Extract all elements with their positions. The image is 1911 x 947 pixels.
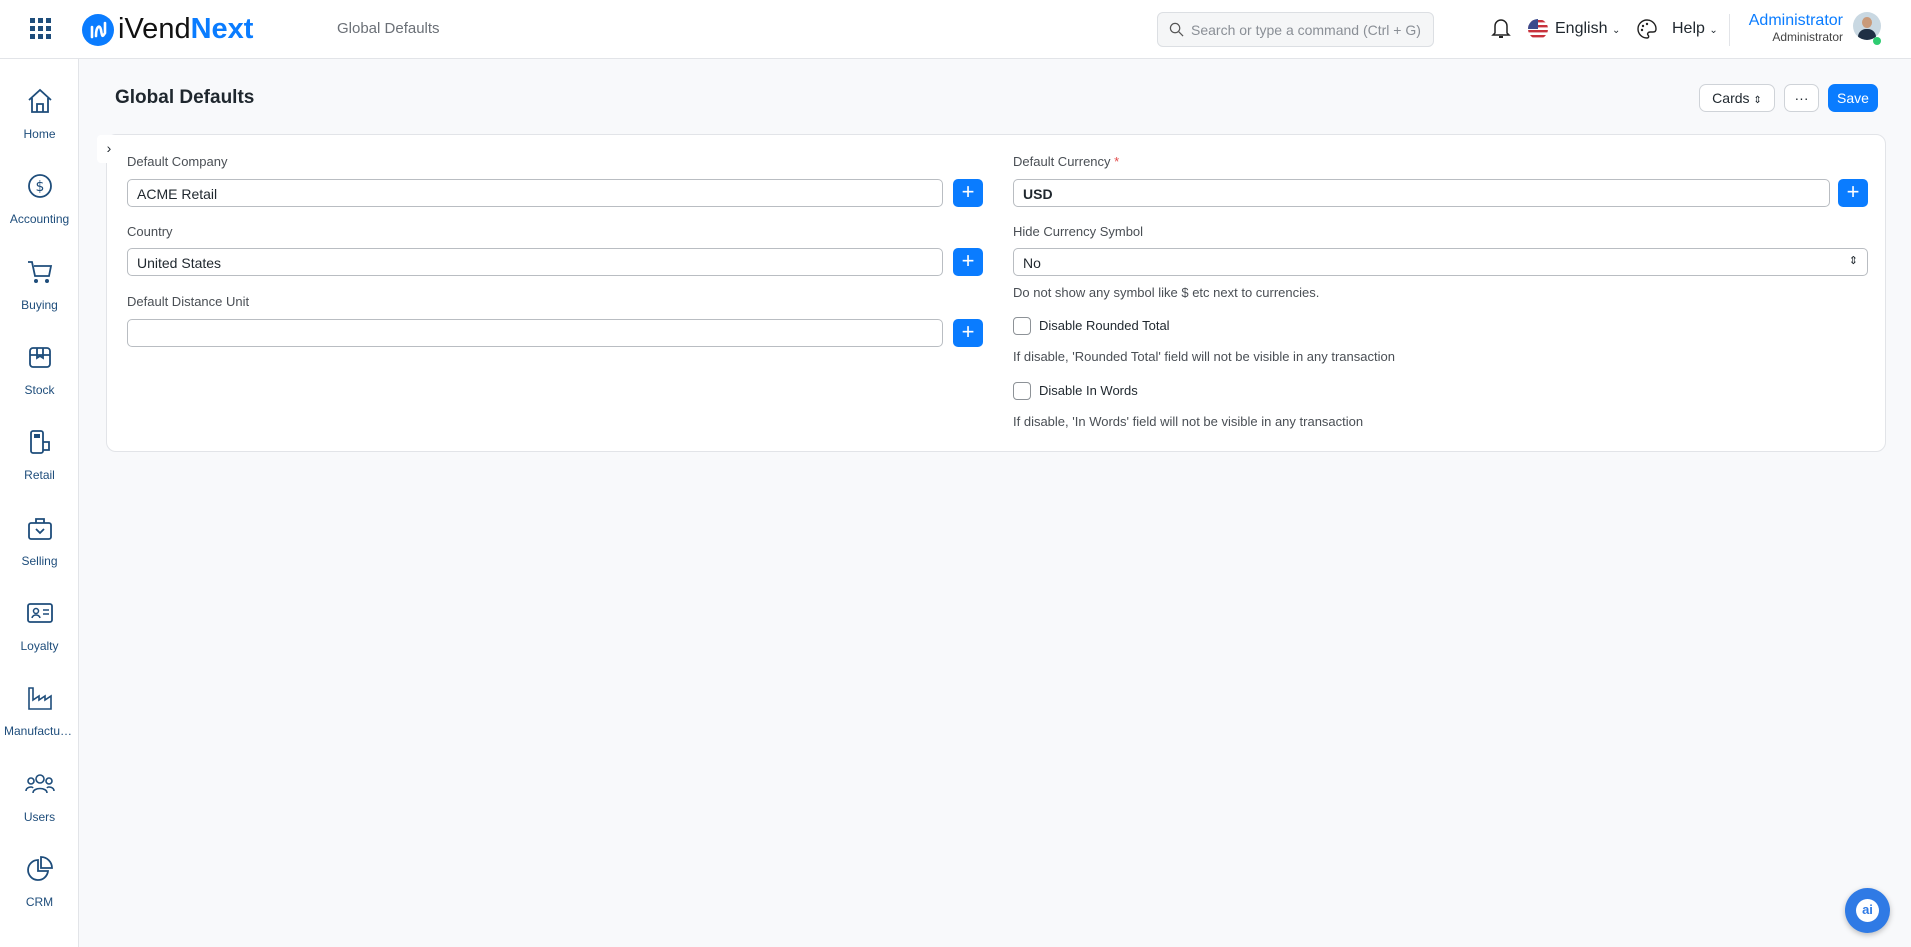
sidebar-item-buying[interactable]: Buying — [0, 258, 79, 338]
save-button[interactable]: Save — [1828, 84, 1878, 112]
select-value: No — [1023, 255, 1041, 271]
app-logo[interactable]: iVend Next — [82, 13, 253, 46]
country-label: Country — [127, 224, 173, 239]
disable-rounded-total-checkbox[interactable] — [1013, 317, 1031, 335]
us-flag-icon — [1528, 19, 1548, 39]
default-currency-input[interactable]: USD — [1013, 179, 1830, 207]
id-card-icon — [26, 603, 53, 623]
disable-rounded-total-label[interactable]: Disable Rounded Total — [1039, 318, 1170, 333]
hide-currency-symbol-label: Hide Currency Symbol — [1013, 224, 1144, 239]
cart-icon — [27, 261, 52, 283]
sidebar-item-label: Accounting — [9, 212, 70, 226]
bell-icon[interactable] — [1491, 16, 1511, 40]
sidebar-item-label: Users — [23, 810, 56, 824]
search-input[interactable]: Search or type a command (Ctrl + G) — [1157, 12, 1434, 47]
distance-unit-label: Default Distance Unit — [127, 294, 250, 309]
pie-chart-icon — [26, 856, 53, 881]
view-select-value: Cards — [1712, 90, 1750, 106]
hide-currency-symbol-help: Do not show any symbol like $ etc next t… — [1013, 285, 1320, 300]
language-dropdown[interactable]: English ⌄ — [1555, 20, 1620, 38]
sidebar-item-crm[interactable]: CRM — [0, 855, 79, 935]
help-label: Help — [1672, 20, 1705, 37]
search-icon — [1169, 22, 1184, 37]
updown-icon: ⇕ — [1753, 95, 1762, 106]
sidebar-item-selling[interactable]: Selling — [0, 514, 79, 594]
factory-icon — [27, 687, 52, 710]
sidebar-item-stock[interactable]: Stock — [0, 343, 79, 423]
palette-icon[interactable] — [1636, 18, 1658, 40]
language-label: English — [1555, 20, 1608, 37]
logo-text-accent: Next — [190, 13, 254, 45]
sidebar-item-label: Loyalty — [20, 639, 59, 653]
sidebar-item-label: Selling — [21, 554, 58, 568]
sidebar-item-label: Stock — [24, 383, 55, 397]
users-icon — [24, 774, 55, 794]
sidebar-item-label: Buying — [21, 298, 58, 312]
hide-currency-symbol-select[interactable]: No ⇕ — [1013, 248, 1868, 276]
sidebar-item-accounting[interactable]: $ Accounting — [0, 172, 79, 252]
ai-icon: ai — [1856, 899, 1879, 922]
user-name: Administrator — [1748, 12, 1843, 29]
add-distance-unit-button[interactable]: + — [953, 319, 983, 347]
online-status-dot — [1873, 37, 1881, 45]
sidebar-item-users[interactable]: Users — [0, 770, 79, 850]
distance-unit-input[interactable] — [127, 319, 943, 347]
default-company-label: Default Company — [127, 154, 228, 169]
user-role: Administrator — [1772, 30, 1843, 44]
home-icon — [27, 88, 52, 113]
add-currency-button[interactable]: + — [1838, 179, 1868, 207]
more-actions-button[interactable]: ··· — [1784, 84, 1819, 112]
expand-sidebar-toggle[interactable]: › — [97, 135, 121, 163]
app-grid-icon[interactable] — [30, 18, 52, 45]
default-company-input[interactable]: ACME Retail — [127, 179, 943, 207]
sidebar-item-loyalty[interactable]: Loyalty — [0, 599, 79, 679]
sidebar-item-retail[interactable]: Retail — [0, 428, 79, 508]
sidebar-item-label: Manufacturing — [4, 724, 79, 738]
default-currency-label: Default Currency — [1013, 154, 1111, 169]
sidebar-item-label: Home — [23, 127, 56, 141]
chevron-down-icon: ⌄ — [1611, 25, 1621, 36]
disable-in-words-checkbox[interactable] — [1013, 382, 1031, 400]
breadcrumb[interactable]: Global Defaults — [337, 20, 440, 37]
country-input[interactable]: United States — [127, 248, 943, 276]
search-placeholder: Search or type a command (Ctrl + G) — [1191, 22, 1421, 38]
box-icon — [28, 347, 51, 368]
sidebar-item-label: CRM — [25, 895, 54, 909]
logo-text: iVend — [118, 13, 191, 45]
page-title: Global Defaults — [115, 87, 255, 108]
top-navbar: iVend Next Global Defaults Search or type… — [0, 0, 1911, 59]
disable-rounded-total-help: If disable, 'Rounded Total' field will n… — [1013, 349, 1395, 364]
required-indicator: * — [1114, 154, 1120, 169]
sidebar-item-manufacturing[interactable]: Manufacturing — [0, 684, 79, 764]
user-menu[interactable]: Administrator Administrator — [1749, 12, 1843, 44]
chevron-right-icon: › — [106, 140, 112, 156]
sidebar-item-label: Retail — [24, 468, 55, 482]
add-country-button[interactable]: + — [953, 248, 983, 276]
logo-icon — [82, 13, 114, 46]
avatar[interactable] — [1853, 12, 1881, 40]
help-dropdown[interactable]: Help ⌄ — [1672, 20, 1718, 38]
add-company-button[interactable]: + — [953, 179, 983, 207]
view-select[interactable]: Cards ⇕ — [1699, 84, 1775, 112]
sidebar-item-home[interactable]: Home — [0, 87, 79, 167]
disable-in-words-label[interactable]: Disable In Words — [1039, 383, 1138, 398]
form-card: › Default Company ACME Retail + Country … — [97, 134, 1886, 452]
pos-icon — [29, 430, 50, 454]
dollar-icon: $ — [27, 174, 52, 198]
svg-text:$: $ — [35, 179, 44, 195]
updown-icon: ⇕ — [1848, 255, 1858, 267]
divider — [1729, 14, 1730, 46]
bag-icon — [27, 518, 52, 540]
ai-assistant-button[interactable]: ai — [1845, 888, 1890, 933]
disable-in-words-help: If disable, 'In Words' field will not be… — [1013, 414, 1364, 429]
chevron-down-icon: ⌄ — [1709, 25, 1718, 36]
sidebar: Home $ Accounting Buying Stock Retail Sel… — [0, 59, 79, 947]
